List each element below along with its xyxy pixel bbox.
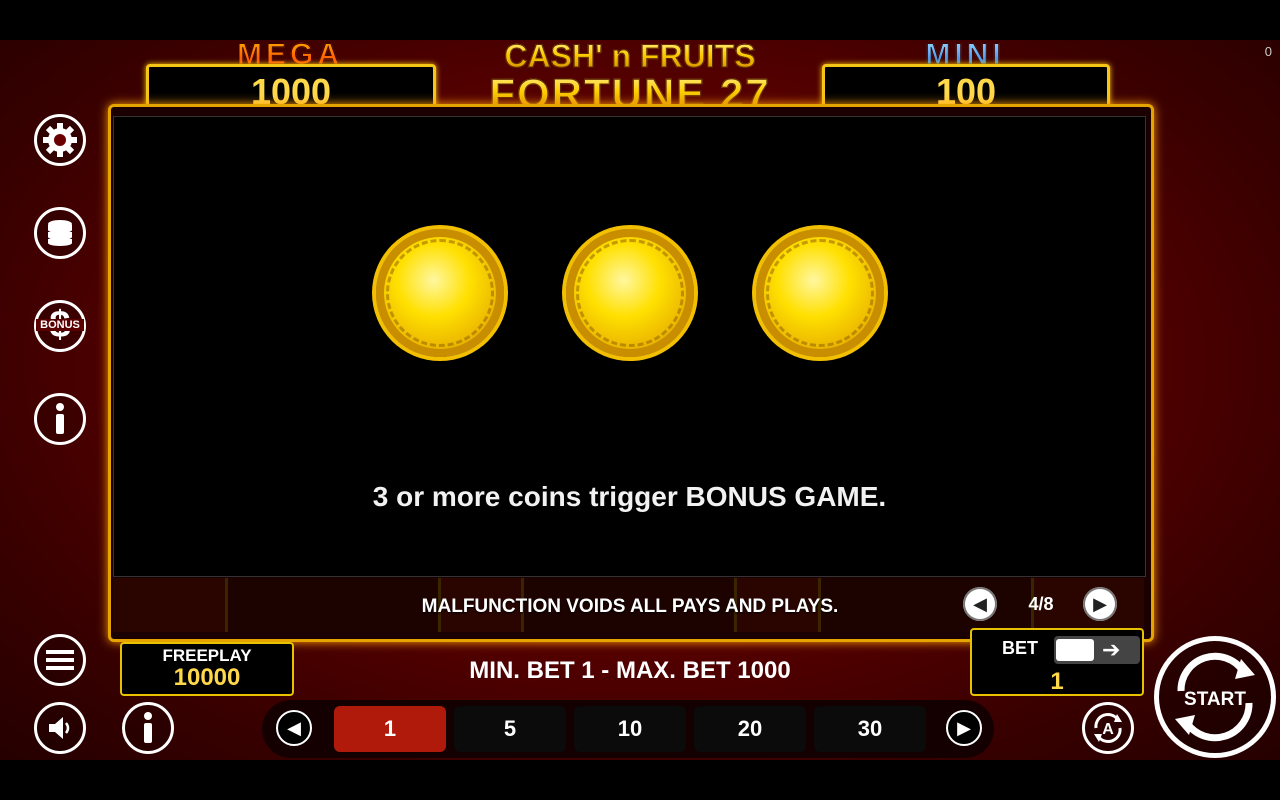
gold-coin-icon (376, 229, 504, 357)
menu-button[interactable] (34, 634, 86, 686)
info-button[interactable] (122, 702, 174, 754)
gold-coin-icon (566, 229, 694, 357)
bet-panel: BET ➔ 1 (970, 628, 1144, 696)
info-side-button[interactable] (34, 393, 86, 445)
sound-button[interactable] (34, 702, 86, 754)
info-icon (144, 712, 152, 743)
svg-text:A: A (1102, 721, 1114, 738)
freeplay-panel: FREEPLAY 10000 (120, 642, 294, 696)
triangle-right-icon: ▶ (1093, 593, 1107, 614)
gear-icon (43, 123, 77, 157)
arrow-right-icon: ➔ (1102, 637, 1121, 662)
malfunction-notice: MALFUNCTION VOIDS ALL PAYS AND PLAYS. (421, 596, 839, 617)
paytable-panel: 3 or more coins trigger BONUS GAME. (113, 116, 1146, 577)
coins-button[interactable] (34, 207, 86, 259)
freeplay-label: FREEPLAY (162, 646, 252, 665)
bet-toggle[interactable]: ➔ (1054, 636, 1140, 664)
triangle-left-icon: ◀ (973, 593, 987, 614)
start-spin-button[interactable]: START (1154, 636, 1276, 758)
bet-option[interactable]: 30 (814, 706, 926, 752)
settings-button[interactable] (34, 114, 86, 166)
bet-option[interactable]: 10 (574, 706, 686, 752)
hamburger-menu-icon (46, 650, 74, 670)
bet-option[interactable]: 5 (454, 706, 566, 752)
corner-counter: 0 (1264, 44, 1272, 59)
triangle-left-icon: ◀ (287, 717, 301, 738)
autoplay-icon: A (1094, 713, 1122, 743)
bonus-button[interactable]: $ BONUS (34, 300, 86, 352)
paytable-next-button[interactable]: ▶ (1083, 587, 1117, 621)
paytable-message: 3 or more coins trigger BONUS GAME. (372, 481, 887, 512)
bet-option[interactable]: 20 (694, 706, 806, 752)
freeplay-value: 10000 (173, 664, 241, 691)
paytable-page-indicator: 4/8 (1028, 594, 1054, 614)
coins-stack-icon (48, 220, 72, 246)
bet-label: BET (1002, 638, 1038, 658)
bonus-icon-text: BONUS (36, 319, 84, 331)
autoplay-button[interactable]: A (1082, 702, 1134, 754)
speaker-icon (49, 717, 70, 739)
info-icon (56, 403, 64, 434)
bet-decrease-button[interactable]: ◀ (276, 710, 312, 746)
bet-option[interactable]: 1 (334, 706, 446, 752)
bonus-dollar-icon: $ BONUS (36, 304, 84, 346)
gold-coin-icon (756, 229, 884, 357)
bet-selector: ◀ 1 5 10 20 30 ▶ (262, 700, 994, 758)
paytable-prev-button[interactable]: ◀ (963, 587, 997, 621)
bet-value: 1 (1050, 668, 1064, 695)
bet-increase-button[interactable]: ▶ (946, 710, 982, 746)
start-label: START (1184, 689, 1246, 710)
bet-limits: MIN. BET 1 - MAX. BET 1000 (469, 657, 791, 684)
toggle-knob (1056, 639, 1094, 661)
triangle-right-icon: ▶ (957, 717, 971, 738)
